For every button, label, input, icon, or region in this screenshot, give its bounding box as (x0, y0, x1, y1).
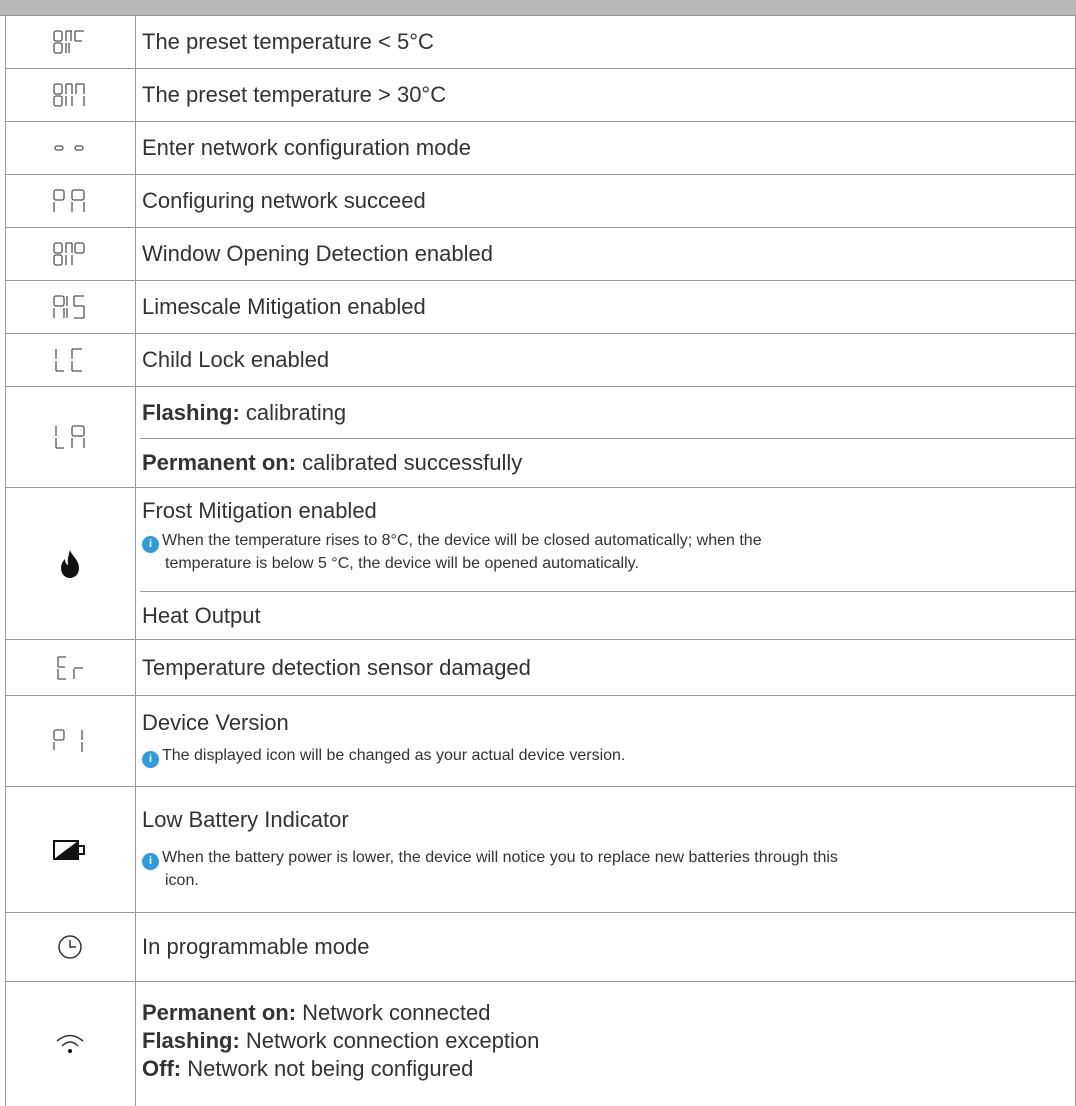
segment-display-er-icon (5, 640, 135, 695)
state-text: Network not being configured (181, 1056, 474, 1081)
table-row: Permanent on: Network connected Flashing… (5, 982, 1076, 1106)
segment-display-p1-icon (5, 696, 135, 786)
table-header (0, 0, 1076, 16)
table-row: Window Opening Detection enabled (5, 228, 1076, 281)
info-note: i When the temperature rises to 8°C, the … (142, 530, 1076, 575)
row-description: Heat Output (142, 603, 261, 628)
state-label: Flashing: (142, 400, 240, 425)
double-dash-icon (5, 122, 135, 174)
segment-display-on-icon (5, 69, 135, 121)
segment-display-pa-icon (5, 175, 135, 227)
row-description: Enter network configuration mode (142, 135, 471, 160)
table-row: Child Lock enabled (5, 334, 1076, 387)
segment-display-lc-icon (5, 334, 135, 386)
segment-display-as-icon (5, 281, 135, 333)
note-text: The displayed icon will be changed as yo… (162, 747, 626, 764)
table-row: Flashing: calibrating Permanent on: cali… (5, 387, 1076, 488)
segment-display-la-icon (5, 387, 135, 487)
row-description: Frost Mitigation enabled (142, 498, 377, 523)
table-row: The preset temperature < 5°C (5, 16, 1076, 69)
sub-row-divider (140, 438, 1076, 439)
note-text-continued: icon. (165, 872, 199, 889)
info-icon: i (142, 751, 159, 768)
row-description: Window Opening Detection enabled (142, 241, 494, 266)
state-text: calibrated successfully (296, 450, 523, 475)
flame-icon (5, 488, 135, 639)
table-row: Temperature detection sensor damaged (5, 640, 1076, 696)
row-off-line: Off: Network not being configured (142, 1056, 473, 1082)
clock-icon (5, 913, 135, 981)
display-icon-table: The preset temperature < 5°C The preset … (0, 0, 1076, 1106)
state-label: Permanent on: (142, 1000, 297, 1025)
info-icon: i (142, 536, 159, 553)
table-row: The preset temperature > 30°C (5, 69, 1076, 122)
table-row: Enter network configuration mode (5, 122, 1076, 175)
state-text: calibrating (239, 400, 347, 425)
table-row: Device Version i The displayed icon will … (5, 696, 1076, 787)
table-row: Low Battery Indicator i When the battery … (5, 787, 1076, 913)
row-description: Child Lock enabled (142, 347, 330, 372)
row-description: The preset temperature > 30°C (142, 82, 447, 107)
segment-display-op-icon (5, 228, 135, 280)
row-description: Device Version (142, 710, 289, 735)
note-text: When the battery power is lower, the dev… (162, 849, 838, 866)
row-flashing-line: Flashing: Network connection exception (142, 1028, 539, 1054)
row-flashing-line: Flashing: calibrating (142, 400, 346, 426)
row-permanent-line: Permanent on: Network connected (142, 1000, 490, 1026)
table-row: Limescale Mitigation enabled (5, 281, 1076, 334)
table-row: Configuring network succeed (5, 175, 1076, 228)
state-label: Flashing: (142, 1028, 240, 1053)
row-description: Configuring network succeed (142, 188, 426, 213)
row-description: Limescale Mitigation enabled (142, 294, 426, 319)
note-text-continued: temperature is below 5 °C, the device wi… (165, 555, 639, 572)
state-text: Network connection exception (239, 1028, 540, 1053)
row-description: In programmable mode (142, 934, 370, 959)
info-icon: i (142, 853, 159, 870)
wifi-icon (5, 982, 135, 1106)
segment-display-off-icon (5, 16, 135, 68)
state-text: Network connected (296, 1000, 491, 1025)
note-text: When the temperature rises to 8°C, the d… (162, 532, 762, 549)
row-description: Temperature detection sensor damaged (142, 655, 531, 680)
state-label: Off: (142, 1056, 182, 1081)
info-note: i The displayed icon will be changed as y… (142, 745, 1076, 768)
state-label: Permanent on: (142, 450, 297, 475)
row-permanent-line: Permanent on: calibrated successfully (142, 450, 522, 476)
row-description: Low Battery Indicator (142, 807, 349, 832)
info-note: i When the battery power is lower, the de… (142, 847, 1076, 892)
row-description: The preset temperature < 5°C (142, 29, 434, 54)
sub-row-divider (140, 591, 1076, 592)
low-battery-icon (5, 787, 135, 912)
table-row: In programmable mode (5, 913, 1076, 982)
table-row: Frost Mitigation enabled i When the tempe… (5, 488, 1076, 640)
